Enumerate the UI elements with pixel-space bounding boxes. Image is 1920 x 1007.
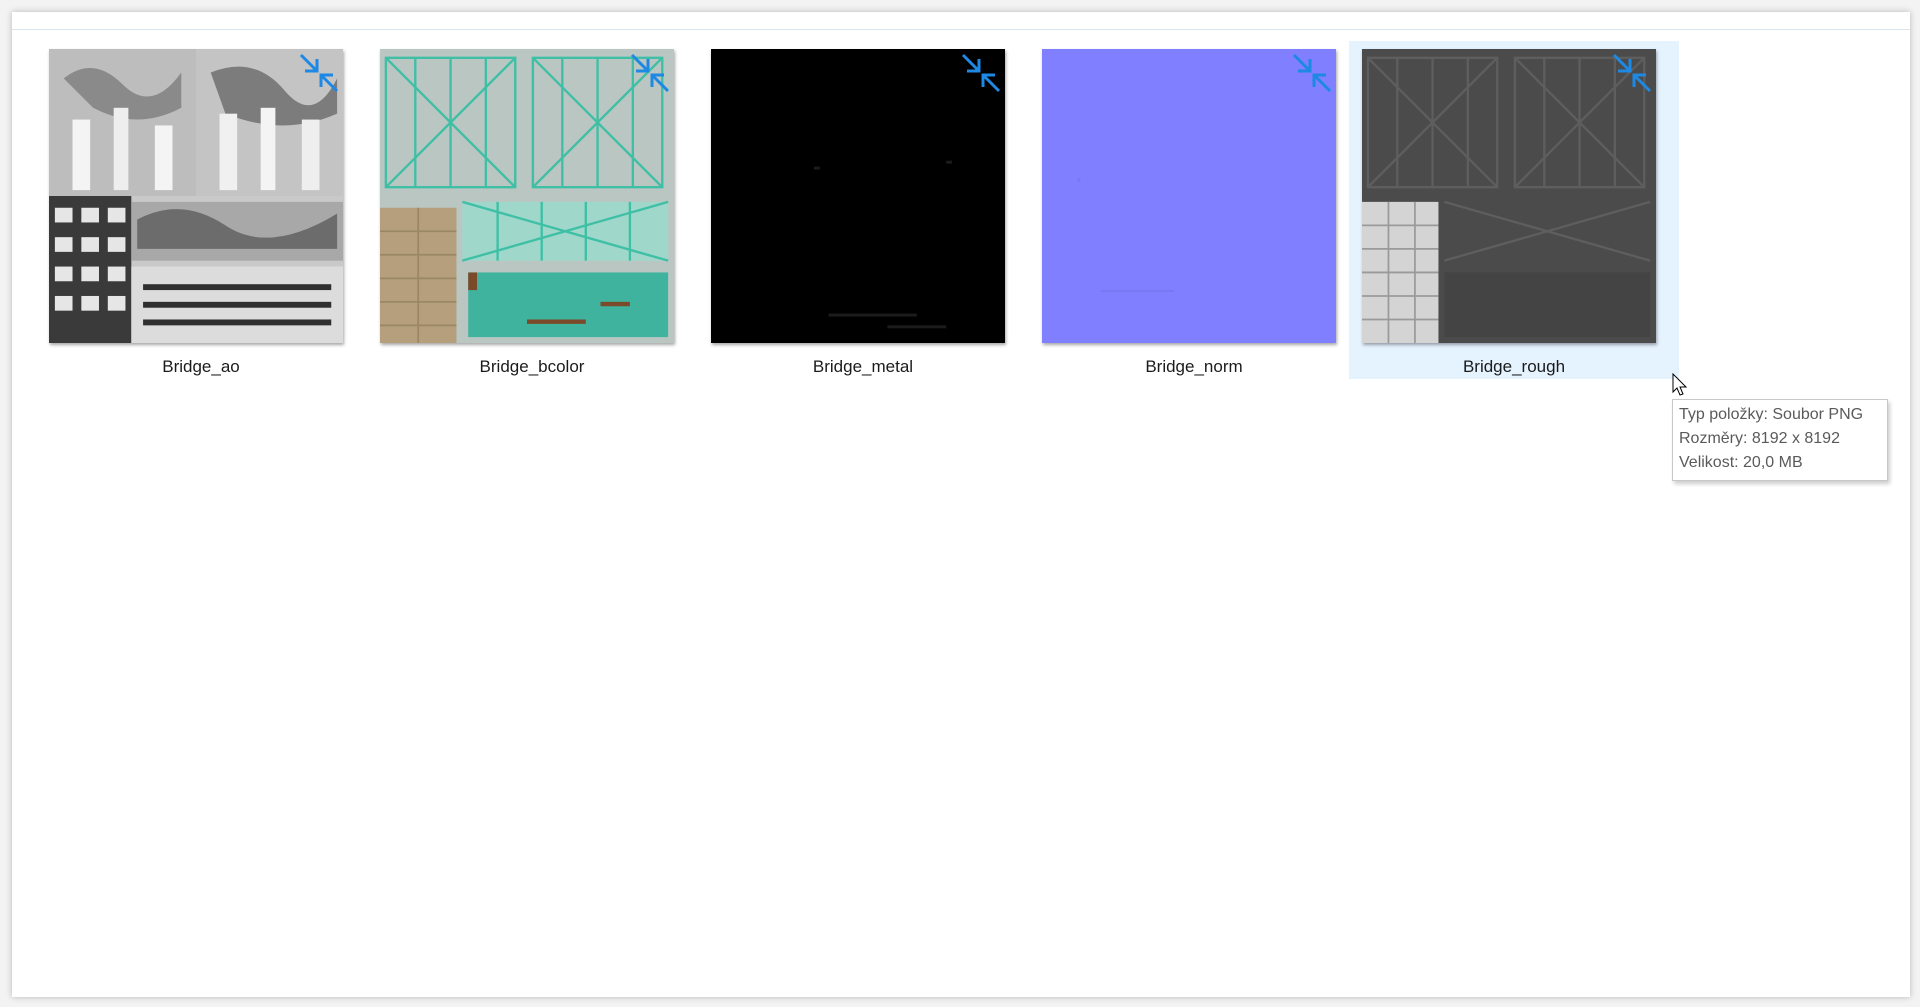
mouse-cursor-icon: [1672, 372, 1688, 397]
file-item-bridge-norm[interactable]: Bridge_norm: [1029, 41, 1359, 379]
compress-arrows-icon: [626, 49, 674, 97]
tooltip-type: Typ položky: Soubor PNG: [1679, 406, 1864, 423]
file-name-label: Bridge_bcolor: [479, 357, 585, 376]
compress-arrows-icon: [1288, 49, 1336, 97]
header-divider: [12, 29, 1910, 30]
tooltip-dimensions: Rozměry: 8192 x 8192: [1679, 430, 1840, 447]
file-name-label: Bridge_rough: [1462, 357, 1566, 376]
thumbnail-rough: [1362, 49, 1656, 343]
file-item-bridge-bcolor[interactable]: Bridge_bcolor: [367, 41, 697, 379]
file-item-bridge-rough[interactable]: Bridge_rough: [1349, 41, 1679, 379]
file-item-bridge-metal[interactable]: Bridge_metal: [698, 41, 1028, 379]
compress-arrows-icon: [957, 49, 1005, 97]
thumbnail-metal: [711, 49, 1005, 343]
file-info-tooltip: Typ položky: Soubor PNG Rozměry: 8192 x …: [1672, 399, 1888, 481]
file-name-label: Bridge_metal: [812, 357, 914, 376]
file-name-label: Bridge_norm: [1145, 357, 1243, 376]
thumbnail-norm: [1042, 49, 1336, 343]
thumbnail-ao: [49, 49, 343, 343]
compress-arrows-icon: [1608, 49, 1656, 97]
thumbnail-bcolor: [380, 49, 674, 343]
file-item-bridge-ao[interactable]: Bridge_ao: [36, 41, 366, 379]
file-explorer-window: Bridge_ao Bridge_bcolor Bridge_metal Bri…: [12, 12, 1910, 997]
tooltip-size: Velikost: 20,0 MB: [1679, 454, 1803, 471]
file-name-label: Bridge_ao: [162, 357, 240, 376]
compress-arrows-icon: [295, 49, 343, 97]
